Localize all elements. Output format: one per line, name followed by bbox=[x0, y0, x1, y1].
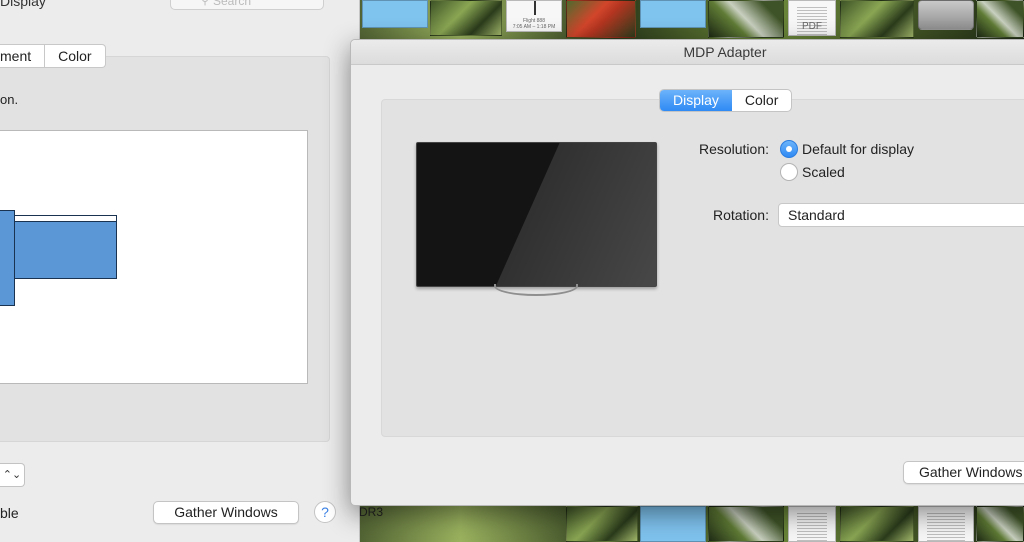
desktop-document-thumbnail[interactable]: Flight 888 7:05 AM – 1:18 PM bbox=[506, 0, 562, 32]
display-preferences-window[interactable]: Display ⚲ Search ment Color on. ⌃⌄ ble G… bbox=[0, 0, 360, 542]
window-title: MDP Adapter bbox=[683, 44, 767, 60]
menu-bar-indicator[interactable] bbox=[15, 216, 116, 222]
tab-color[interactable]: Color bbox=[44, 45, 104, 67]
available-text: ble bbox=[0, 505, 19, 521]
instruction-text: on. bbox=[0, 92, 19, 107]
desktop-photo-thumbnail[interactable] bbox=[566, 0, 636, 38]
desktop-photo-thumbnail[interactable] bbox=[976, 0, 1024, 38]
desktop-pdf-thumbnail[interactable]: PDF bbox=[788, 0, 836, 36]
popup-stepper[interactable]: ⌃⌄ bbox=[0, 463, 25, 487]
resolution-scaled-radio[interactable] bbox=[780, 163, 798, 181]
tab-color[interactable]: Color bbox=[732, 90, 791, 111]
gather-windows-button[interactable]: Gather Windows bbox=[903, 461, 1024, 484]
document-mark bbox=[534, 1, 536, 15]
partial-desktop-label: DR3 bbox=[359, 505, 384, 519]
rotation-label: Rotation: bbox=[712, 207, 769, 223]
screen-reflection bbox=[417, 143, 656, 286]
desktop-folder-thumbnail[interactable] bbox=[640, 0, 706, 28]
help-button[interactable]: ? bbox=[314, 501, 336, 523]
gather-windows-button[interactable]: Gather Windows bbox=[153, 501, 299, 524]
desktop-document-thumbnail[interactable] bbox=[918, 506, 974, 542]
tab-display[interactable]: Display bbox=[660, 90, 732, 111]
desktop-photo-thumbnail[interactable] bbox=[566, 506, 638, 542]
display-tile-main[interactable] bbox=[0, 210, 15, 306]
desktop-folder-thumbnail[interactable] bbox=[640, 506, 706, 542]
tab-arrangement[interactable]: ment bbox=[0, 45, 44, 67]
document-text-lines bbox=[797, 513, 827, 541]
resolution-default-label[interactable]: Default for display bbox=[802, 141, 914, 157]
desktop-document-thumbnail[interactable] bbox=[788, 506, 836, 542]
hard-drive-icon[interactable] bbox=[918, 0, 974, 30]
pdf-label: PDF bbox=[802, 21, 822, 32]
desktop-folder-thumbnail[interactable] bbox=[362, 0, 428, 28]
resolution-label: Resolution: bbox=[698, 141, 769, 157]
desktop-photo-thumbnail[interactable] bbox=[840, 506, 914, 542]
desktop-photo-thumbnail[interactable] bbox=[708, 506, 784, 542]
search-input[interactable]: ⚲ Search bbox=[170, 0, 324, 10]
desktop-photo-thumbnail[interactable] bbox=[976, 506, 1024, 542]
search-placeholder: Search bbox=[213, 0, 252, 8]
desktop-photo-thumbnail[interactable] bbox=[708, 0, 784, 38]
document-time: 7:05 AM – 1:18 PM bbox=[512, 24, 556, 30]
mdp-adapter-window[interactable]: MDP Adapter Display Color Resolution: De… bbox=[350, 39, 1024, 506]
resolution-default-radio[interactable] bbox=[780, 140, 798, 158]
rotation-select[interactable]: Standard bbox=[778, 203, 1024, 227]
resolution-scaled-label[interactable]: Scaled bbox=[802, 164, 845, 180]
window-title: Display bbox=[0, 0, 46, 9]
tab-bar: Display Color bbox=[659, 89, 793, 112]
monitor-icon bbox=[416, 142, 657, 287]
title-bar[interactable]: MDP Adapter bbox=[351, 40, 1024, 65]
display-tile-secondary[interactable] bbox=[14, 215, 117, 279]
desktop-photo-thumbnail[interactable] bbox=[840, 0, 914, 38]
desktop-photo-thumbnail[interactable] bbox=[430, 0, 502, 36]
display-arrangement-area[interactable] bbox=[0, 130, 308, 384]
document-text-lines bbox=[927, 513, 965, 541]
tab-bar: ment Color bbox=[0, 44, 106, 68]
search-icon: ⚲ bbox=[201, 0, 210, 7]
